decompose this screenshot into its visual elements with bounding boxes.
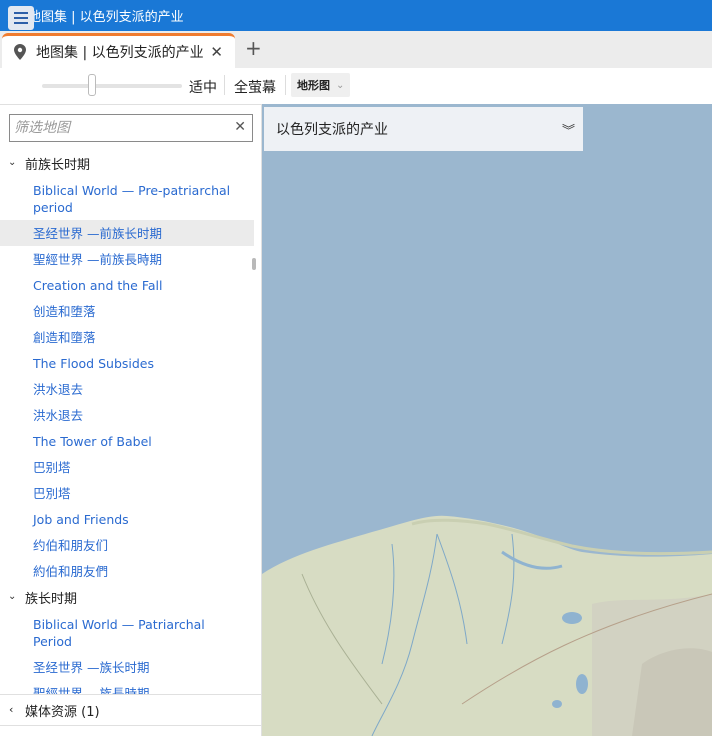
chevron-left-icon: ‹ — [9, 703, 14, 716]
map-list-sidebar: ✕ ⌄ 前族长时期 Biblical World — Pre-patriarch… — [0, 104, 262, 736]
media-label: 媒体资源 (1) — [25, 704, 100, 720]
list-item[interactable]: 創造和墮落 — [0, 324, 254, 350]
fit-button[interactable]: 适中 — [189, 77, 217, 97]
filter-box: ✕ — [9, 114, 253, 142]
toolbar-divider — [224, 75, 225, 95]
sidebar-footer — [0, 725, 261, 736]
list-item[interactable]: The Flood Subsides — [0, 350, 254, 376]
new-tab-button[interactable]: + — [245, 38, 262, 58]
list-item[interactable]: 約伯和朋友們 — [0, 558, 254, 584]
tab-bar: 地图集 | 以色列支派的产业 ✕ — [0, 31, 712, 68]
window-title: 地图集 | 以色列支派的产业 — [28, 10, 184, 25]
list-item[interactable]: 洪水退去 — [0, 376, 254, 402]
tab-atlas[interactable]: 地图集 | 以色列支派的产业 ✕ — [2, 33, 235, 68]
list-item[interactable]: Job and Friends — [0, 506, 254, 532]
list-item[interactable]: 圣经世界 —前族长时期 — [0, 220, 254, 246]
map-type-label: 地形图 — [297, 79, 330, 92]
list-item[interactable]: 约伯和朋友们 — [0, 532, 254, 558]
map-canvas[interactable] — [262, 104, 712, 736]
scrollbar[interactable] — [252, 258, 256, 270]
list-item[interactable]: 巴別塔 — [0, 480, 254, 506]
filter-input[interactable] — [14, 116, 224, 140]
group-label: 族长时期 — [25, 592, 78, 607]
close-tab-icon[interactable]: ✕ — [210, 43, 223, 61]
map-pin-icon — [14, 44, 26, 60]
group-header[interactable]: ⌄ 族长时期 — [0, 584, 254, 611]
zoom-slider-handle[interactable] — [88, 74, 97, 96]
list-item[interactable]: 聖經世界 —前族長時期 — [0, 246, 254, 272]
zoom-slider[interactable] — [42, 84, 182, 88]
map-selector[interactable]: 以色列支派的产业 ︾ — [264, 107, 583, 151]
tab-label: 地图集 | 以色列支派的产业 — [36, 45, 204, 61]
map-selector-label: 以色列支派的产业 — [276, 122, 388, 138]
list-item[interactable]: Creation and the Fall — [0, 272, 254, 298]
toolbar-divider — [285, 75, 286, 95]
list-item[interactable]: 洪水退去 — [0, 402, 254, 428]
list-item[interactable]: The Tower of Babel — [0, 428, 254, 454]
list-item[interactable]: Biblical World — Pre-patriarchal period — [0, 177, 254, 220]
title-bar: 地图集 | 以色列支派的产业 — [0, 0, 712, 31]
list-item[interactable]: 创造和堕落 — [0, 298, 254, 324]
chevron-down-icon: ⌄ — [336, 79, 345, 91]
map-type-dropdown[interactable]: 地形图 ⌄ — [291, 73, 351, 97]
fullscreen-button[interactable]: 全萤幕 — [234, 77, 276, 97]
terrain-map[interactable] — [262, 104, 712, 736]
map-list: ⌄ 前族长时期 Biblical World — Pre-patriarchal… — [0, 150, 254, 706]
group-label: 前族长时期 — [25, 158, 91, 173]
group-header[interactable]: ⌄ 前族长时期 — [0, 150, 254, 177]
list-item[interactable]: 圣经世界 —族长时期 — [0, 654, 254, 680]
list-item[interactable]: Biblical World — Patriarchal Period — [0, 611, 254, 654]
list-item[interactable]: 巴别塔 — [0, 454, 254, 480]
chevron-down-icon: ⌄ — [8, 157, 17, 168]
media-resources-row[interactable]: ‹ 媒体资源 (1) — [0, 694, 261, 725]
clear-filter-icon[interactable]: ✕ — [234, 119, 246, 135]
menu-icon[interactable] — [8, 6, 34, 30]
chevron-down-icon: ⌄ — [8, 591, 17, 602]
chevron-double-down-icon: ︾ — [561, 124, 575, 139]
